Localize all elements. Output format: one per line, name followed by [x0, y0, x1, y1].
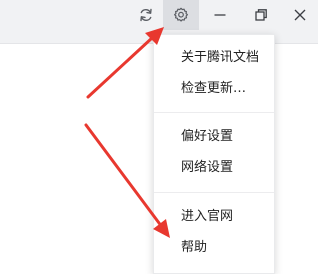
minimize-button[interactable]	[206, 0, 234, 30]
refresh-icon	[140, 8, 152, 22]
menu-divider	[154, 192, 274, 193]
settings-menu: 关于腾讯文档 检查更新… 偏好设置 网络设置 进入官网 帮助	[153, 34, 275, 274]
close-button[interactable]	[286, 0, 314, 30]
menu-item-official-website[interactable]: 进入官网	[154, 202, 274, 232]
menu-item-about[interactable]: 关于腾讯文档	[154, 43, 274, 73]
refresh-button[interactable]	[132, 0, 160, 30]
restore-icon	[255, 9, 267, 21]
restore-button[interactable]	[247, 0, 275, 30]
menu-item-help[interactable]: 帮助	[154, 233, 274, 263]
menu-divider	[154, 112, 274, 113]
gear-icon	[174, 7, 188, 22]
menu-item-check-updates[interactable]: 检查更新…	[154, 74, 274, 104]
menu-item-network-settings[interactable]: 网络设置	[154, 153, 274, 183]
settings-button[interactable]	[163, 0, 199, 30]
menu-item-preferences[interactable]: 偏好设置	[154, 122, 274, 152]
close-icon	[294, 9, 306, 21]
minimize-icon	[214, 14, 226, 16]
